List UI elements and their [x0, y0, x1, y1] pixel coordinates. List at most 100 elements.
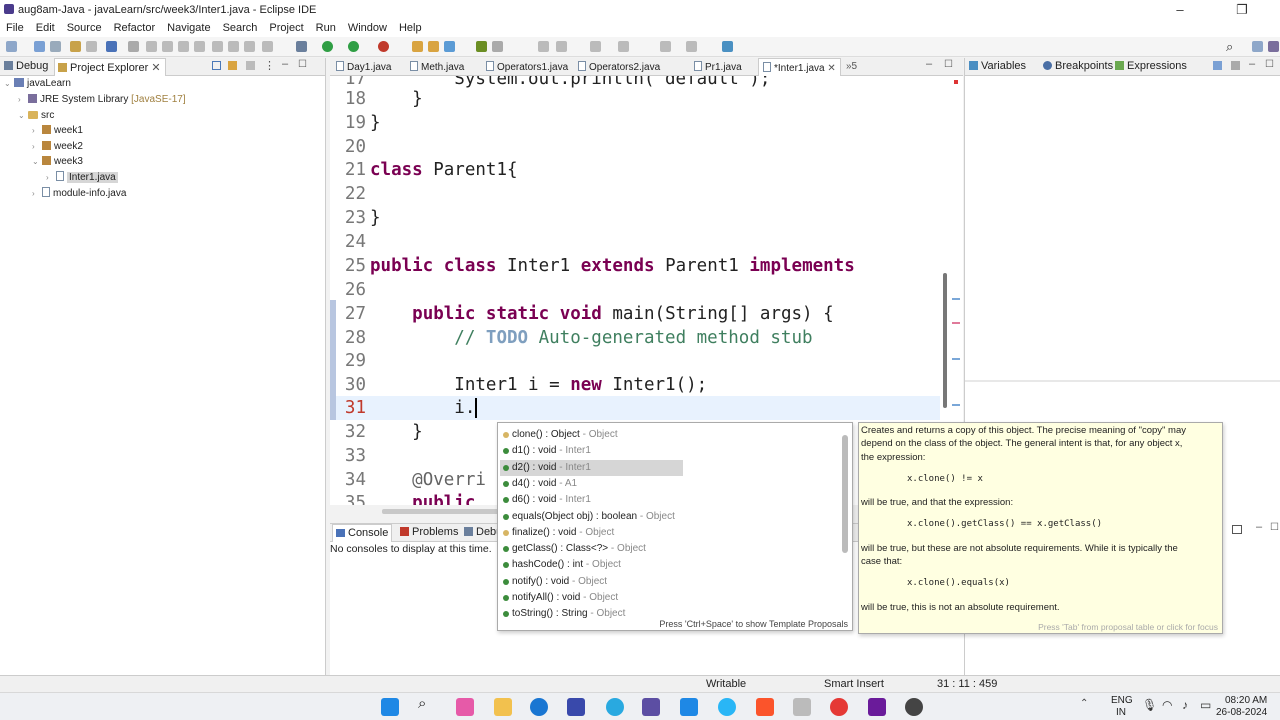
proposal-scrollbar[interactable]: [842, 435, 848, 553]
minimize-view-icon[interactable]: –: [1256, 521, 1262, 533]
menu-search[interactable]: Search: [217, 20, 264, 34]
tree-src[interactable]: ⌄ src: [18, 110, 54, 121]
overview-marker[interactable]: [952, 298, 960, 300]
prev-annotation-icon[interactable]: [618, 41, 629, 52]
app-icon[interactable]: [567, 698, 585, 716]
language-region[interactable]: IN: [1116, 707, 1126, 718]
perspective-java-icon[interactable]: [1252, 41, 1263, 52]
save-all-icon[interactable]: [50, 41, 61, 52]
proposal-item[interactable]: d6() : void - Inter1: [500, 492, 683, 508]
step-return-icon[interactable]: [244, 41, 255, 52]
new-icon[interactable]: [6, 41, 17, 52]
proposal-item[interactable]: hashCode() : int - Object: [500, 557, 683, 573]
tab-meth[interactable]: Meth.java: [410, 61, 464, 73]
proposal-item[interactable]: notifyAll() : void - Object: [500, 590, 683, 606]
terminate-icon[interactable]: [178, 41, 189, 52]
mic-icon[interactable]: 🎙: [1142, 698, 1160, 716]
proposal-item[interactable]: finalize() : void - Object: [500, 525, 683, 541]
forward-icon[interactable]: [686, 41, 697, 52]
maximize-icon[interactable]: ❐: [1230, 2, 1254, 18]
proposal-item[interactable]: d4() : void - A1: [500, 476, 683, 492]
proposal-item[interactable]: d2() : void - Inter1: [500, 459, 683, 476]
tab-operators1[interactable]: Operators1.java: [486, 61, 568, 73]
tab-pr1[interactable]: Pr1.java: [694, 61, 742, 73]
menu-refactor[interactable]: Refactor: [108, 20, 162, 34]
proposal-item[interactable]: notify() : void - Object: [500, 574, 683, 590]
collapse-all-icon[interactable]: [212, 61, 221, 70]
brave-icon[interactable]: [756, 698, 774, 716]
show-whitespace-icon[interactable]: [556, 41, 567, 52]
minimize-view-icon[interactable]: –: [1249, 58, 1255, 70]
volume-icon[interactable]: ♪: [1182, 698, 1200, 716]
maximize-view-icon[interactable]: ☐: [1270, 522, 1279, 533]
tab-breakpoints[interactable]: Breakpoints: [1043, 60, 1113, 72]
intellij-icon[interactable]: [868, 698, 886, 716]
menu-source[interactable]: Source: [61, 20, 108, 34]
tree-project[interactable]: ⌄ javaLearn: [4, 78, 71, 89]
menu-edit[interactable]: Edit: [30, 20, 61, 34]
resume-icon[interactable]: [146, 41, 157, 52]
tree-week2[interactable]: › week2: [32, 141, 83, 152]
proposal-item[interactable]: equals(Object obj) : boolean - Object: [500, 509, 683, 525]
tab-overflow[interactable]: »5: [846, 61, 857, 72]
toggle-mark-icon[interactable]: [538, 41, 549, 52]
maximize-view-icon[interactable]: ☐: [1265, 59, 1274, 70]
proposal-item[interactable]: d1() : void - Inter1: [500, 443, 683, 459]
menu-window[interactable]: Window: [342, 20, 393, 34]
open-icon[interactable]: [70, 41, 81, 52]
tab-console[interactable]: Console: [332, 524, 393, 542]
perspective-debug-icon[interactable]: [1268, 41, 1279, 52]
close-icon[interactable]: ✕: [151, 62, 160, 74]
print-icon[interactable]: [86, 41, 97, 52]
tab-variables[interactable]: Variables: [969, 60, 1026, 72]
tab-inter1[interactable]: *Inter1.java ✕: [758, 58, 841, 76]
debug-icon[interactable]: [296, 41, 307, 52]
tree-jre[interactable]: › JRE System Library [JavaSE-17]: [18, 94, 186, 105]
step-over-icon[interactable]: [228, 41, 239, 52]
doc-footer[interactable]: Press 'Tab' from proposal table or click…: [1038, 622, 1218, 632]
layout-icon[interactable]: [1231, 61, 1240, 70]
external-tools-icon[interactable]: [378, 41, 389, 52]
error-overview-marker[interactable]: [954, 80, 958, 84]
minimize-view-icon[interactable]: –: [926, 58, 932, 70]
clock-date[interactable]: 26-08-2024: [1216, 707, 1267, 718]
collapse-icon[interactable]: [1213, 61, 1222, 70]
tree-week1[interactable]: › week1: [32, 125, 83, 136]
new-class-icon[interactable]: [444, 41, 455, 52]
eclipse-taskbar-icon[interactable]: [642, 698, 660, 716]
overview-marker[interactable]: [952, 358, 960, 360]
tab-expressions[interactable]: Expressions: [1115, 60, 1187, 72]
tab-operators2[interactable]: Operators2.java: [578, 61, 660, 73]
tree-week3[interactable]: ⌄ week3: [32, 156, 83, 167]
link-editor-icon[interactable]: [228, 61, 237, 70]
overview-marker[interactable]: [952, 404, 960, 406]
vscode-icon[interactable]: [680, 698, 698, 716]
disconnect-icon[interactable]: [194, 41, 205, 52]
open-console-icon[interactable]: [1232, 525, 1242, 534]
new-package-icon[interactable]: [428, 41, 439, 52]
wifi-icon[interactable]: ◠: [1162, 698, 1180, 716]
menu-file[interactable]: File: [0, 20, 30, 34]
github-icon[interactable]: [905, 698, 923, 716]
proposal-item[interactable]: toString() : String - Object: [500, 606, 683, 622]
run-icon[interactable]: [322, 41, 333, 52]
open-type-icon[interactable]: [476, 41, 487, 52]
clock-time[interactable]: 08:20 AM: [1225, 695, 1267, 706]
new-java-project-icon[interactable]: [412, 41, 423, 52]
start-icon[interactable]: [381, 698, 399, 716]
skip-icon[interactable]: [128, 41, 139, 52]
tray-expand-icon[interactable]: ⌃: [1080, 698, 1098, 716]
tab-debug[interactable]: Debug: [4, 60, 48, 72]
tab-problems[interactable]: Problems: [400, 526, 458, 538]
menu-project[interactable]: Project: [263, 20, 309, 34]
search-icon[interactable]: ⌕: [1226, 39, 1233, 55]
back-icon[interactable]: [660, 41, 671, 52]
file-explorer-icon[interactable]: [494, 698, 512, 716]
tree-module-info[interactable]: › module-info.java: [32, 187, 126, 199]
edge-icon[interactable]: [530, 698, 548, 716]
drop-frame-icon[interactable]: [262, 41, 273, 52]
close-icon[interactable]: ✕: [827, 63, 835, 74]
maximize-view-icon[interactable]: ☐: [298, 59, 307, 70]
chrome-icon[interactable]: [830, 698, 848, 716]
next-annotation-icon[interactable]: [590, 41, 601, 52]
